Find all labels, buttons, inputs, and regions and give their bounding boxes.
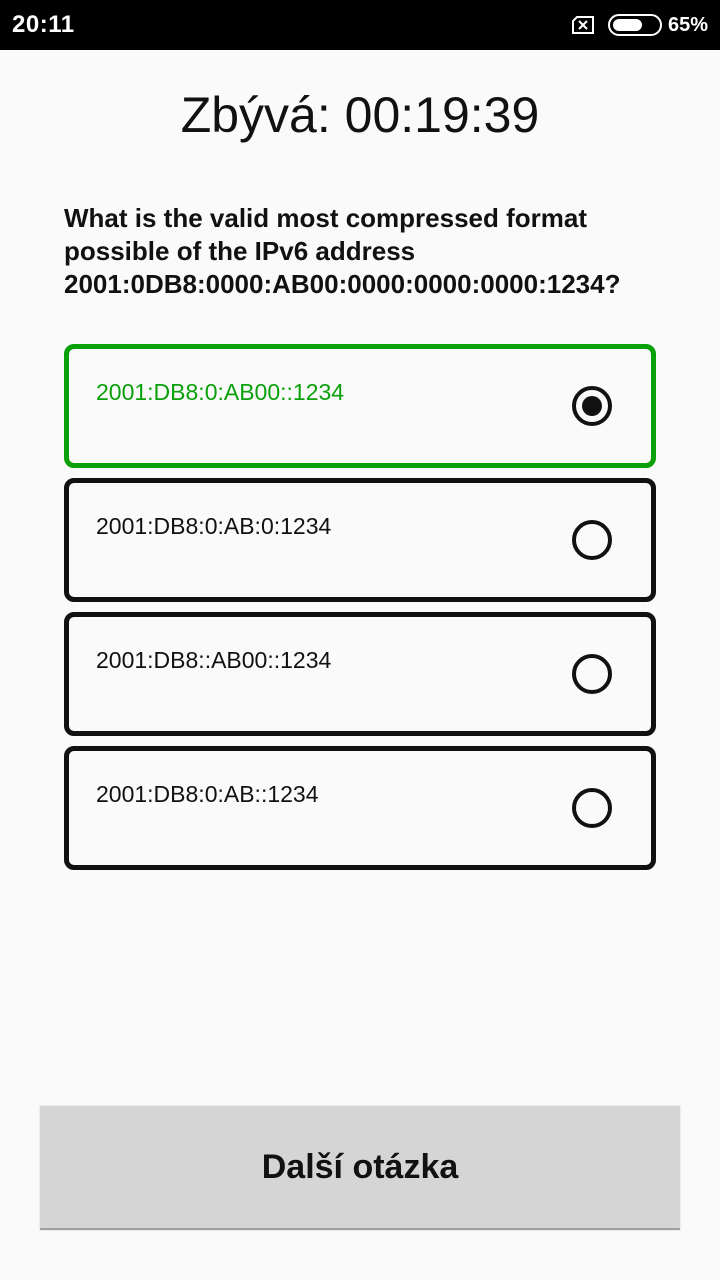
answer-option-1[interactable]: 2001:DB8:0:AB00::1234: [64, 344, 656, 468]
radio-button-icon[interactable]: [571, 519, 613, 561]
question-text: What is the valid most compressed format…: [64, 202, 664, 301]
countdown-timer: Zbývá: 00:19:39: [180, 87, 540, 143]
battery-fill: [612, 19, 642, 31]
status-time: 20:11: [12, 11, 75, 38]
radio-button-icon[interactable]: [571, 385, 613, 427]
radio-button-icon[interactable]: [571, 787, 613, 829]
status-bar: 20:11 65%: [0, 0, 720, 50]
battery-percent: 65%: [667, 13, 708, 36]
battery-icon: [607, 14, 662, 36]
answer-option-4[interactable]: 2001:DB8:0:AB::1234: [64, 746, 656, 870]
status-icons: 65%: [571, 12, 708, 38]
next-question-button[interactable]: Další otázka: [40, 1106, 680, 1230]
question-line: possible of the IPv6 address: [64, 236, 416, 266]
answer-option-2[interactable]: 2001:DB8:0:AB:0:1234: [64, 478, 656, 602]
question-line: What is the valid most compressed format: [64, 203, 588, 233]
answer-option-label: 2001:DB8:0:AB00::1234: [96, 379, 345, 405]
sim-off-icon: [571, 16, 594, 34]
radio-button-icon[interactable]: [571, 653, 613, 695]
answer-option-3[interactable]: 2001:DB8::AB00::1234: [64, 612, 656, 736]
question-line: 2001:0DB8:0000:AB00:0000:0000:0000:1234?: [64, 269, 621, 299]
answer-option-label: 2001:DB8::AB00::1234: [96, 647, 332, 673]
answer-option-label: 2001:DB8:0:AB::1234: [96, 781, 319, 807]
answer-option-label: 2001:DB8:0:AB:0:1234: [96, 513, 332, 539]
